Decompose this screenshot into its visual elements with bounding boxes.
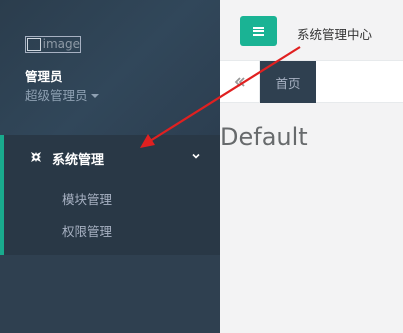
avatar: image xyxy=(25,36,81,53)
caret-down-icon xyxy=(90,93,99,98)
page-title: Default xyxy=(220,123,308,151)
avatar-alt-text: image xyxy=(42,37,80,51)
sidebar-toggle-button[interactable] xyxy=(240,16,277,46)
tabs-bar: 首页 xyxy=(220,61,403,103)
double-chevron-left-icon xyxy=(234,77,245,87)
profile-panel: image 管理员 超级管理员 xyxy=(0,0,220,135)
settings-icon xyxy=(31,152,41,162)
broken-image-icon xyxy=(27,38,41,51)
sidebar-item-permission-management[interactable]: 权限管理 xyxy=(62,221,112,240)
sidebar-item-system-management[interactable]: 系统管理 xyxy=(4,145,220,171)
sidebar-menu-system: 系统管理 模块管理 权限管理 xyxy=(0,135,220,255)
tab-scroll-left-button[interactable] xyxy=(220,61,260,103)
main-content: Default xyxy=(220,103,403,333)
sidebar-item-module-management[interactable]: 模块管理 xyxy=(62,189,112,208)
menu-icon xyxy=(253,26,264,36)
user-role-dropdown[interactable]: 超级管理员 xyxy=(25,85,99,104)
sidebar-footer-area xyxy=(0,255,220,333)
sidebar: image 管理员 超级管理员 系统管理 模块管理 权限管理 xyxy=(0,0,220,333)
chevron-down-icon xyxy=(192,153,200,159)
user-role-label: 超级管理员 xyxy=(25,88,88,103)
top-navbar: 系统管理中心 xyxy=(220,0,403,61)
sidebar-group-label: 系统管理 xyxy=(52,153,105,168)
user-name: 管理员 xyxy=(25,69,63,84)
app-title: 系统管理中心 xyxy=(297,27,373,42)
tab-home[interactable]: 首页 xyxy=(260,61,316,103)
